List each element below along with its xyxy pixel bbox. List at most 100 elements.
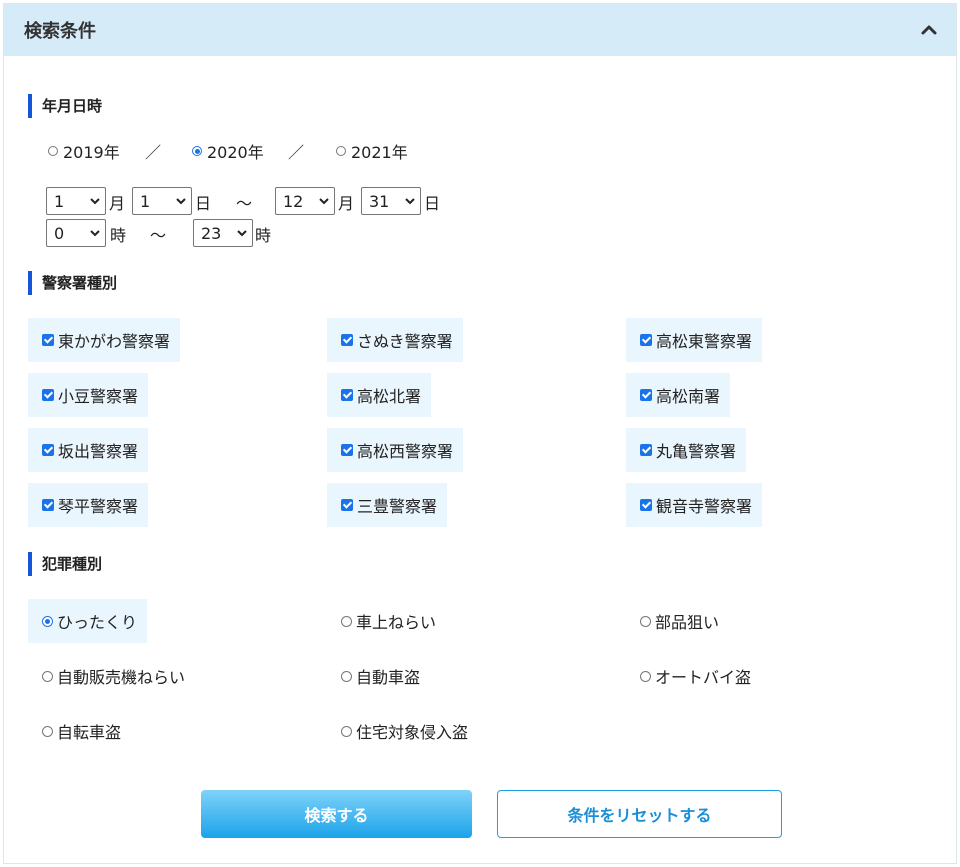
to-hour-select[interactable]: 23	[193, 219, 253, 247]
station-label: 観音寺警察署	[656, 497, 753, 516]
crime-radio-vending-machine[interactable]: 自動販売機ねらい	[28, 654, 195, 698]
station-checkbox-takamatsu-nishi[interactable]: 高松西警察署	[327, 428, 464, 472]
radio-button[interactable]	[640, 670, 651, 682]
station-checkbox-takamatsu-higashi[interactable]: 高松東警察署	[626, 318, 763, 362]
radio-button[interactable]	[48, 146, 58, 156]
station-checkbox-takamatsu-minami[interactable]: 高松南署	[626, 373, 731, 417]
station-checkbox-sanuki[interactable]: さぬき警察署	[327, 318, 463, 362]
checkbox-checked-icon[interactable]	[42, 334, 54, 346]
panel-title: 検索条件	[24, 21, 96, 42]
station-label: 坂出警察署	[58, 442, 139, 461]
crime-radio-hittakuri[interactable]: ひったくり	[28, 599, 148, 643]
checkbox-checked-icon[interactable]	[42, 444, 54, 456]
crime-radio-buhin-nerai[interactable]: 部品狙い	[626, 599, 729, 643]
station-label: 高松南署	[656, 387, 721, 406]
checkbox-checked-icon[interactable]	[42, 389, 54, 401]
section-title-datetime: 年月日時	[28, 94, 102, 118]
year-label: 2021年	[351, 143, 408, 162]
crime-label: ひったくり	[57, 613, 138, 632]
radio-button[interactable]	[640, 615, 651, 627]
chevron-down-icon	[176, 198, 186, 205]
checkbox-checked-icon[interactable]	[341, 444, 353, 456]
panel-header[interactable]: 検索条件	[4, 4, 956, 56]
checkbox-checked-icon[interactable]	[42, 499, 54, 511]
radio-button[interactable]	[336, 146, 346, 156]
checkbox-checked-icon[interactable]	[341, 334, 353, 346]
crime-radio-motorcycle-theft[interactable]: オートバイ盗	[626, 654, 761, 698]
station-label: 琴平警察署	[58, 497, 139, 516]
station-label: 三豊警察署	[357, 497, 438, 516]
year-label: 2020年	[207, 143, 264, 162]
crime-label: 車上ねらい	[356, 613, 437, 632]
checkbox-checked-icon[interactable]	[640, 389, 652, 401]
station-label: 高松北署	[357, 387, 422, 406]
range-tilde: ～	[150, 226, 167, 245]
station-checkbox-kotohira[interactable]: 琴平警察署	[28, 483, 149, 527]
station-checkbox-marugame[interactable]: 丸亀警察署	[626, 428, 747, 472]
to-month-value: 12	[283, 191, 304, 211]
year-separator: ／	[145, 143, 162, 162]
day-unit: 日	[195, 194, 212, 213]
search-button[interactable]: 検索する	[201, 790, 472, 838]
day-unit: 日	[424, 194, 441, 213]
station-checkbox-shodo[interactable]: 小豆警察署	[28, 373, 149, 417]
radio-button[interactable]	[42, 725, 53, 737]
radio-button[interactable]	[192, 146, 202, 156]
chevron-up-icon[interactable]	[920, 22, 938, 36]
crime-label: 住宅対象侵入盗	[356, 723, 469, 742]
station-checkbox-higashikagawa[interactable]: 東かがわ警察署	[28, 318, 181, 362]
station-checkbox-sakaide[interactable]: 坂出警察署	[28, 428, 149, 472]
year-separator: ／	[288, 143, 305, 162]
reset-conditions-button[interactable]: 条件をリセットする	[497, 790, 782, 838]
year-radio-2021[interactable]: 2021年	[336, 139, 408, 163]
station-checkbox-takamatsu-kita[interactable]: 高松北署	[327, 373, 432, 417]
from-hour-value: 0	[54, 223, 65, 243]
checkbox-checked-icon[interactable]	[640, 334, 652, 346]
from-hour-select[interactable]: 0	[46, 219, 106, 247]
year-radio-2020[interactable]: 2020年	[192, 139, 264, 163]
year-radio-2019[interactable]: 2019年	[48, 139, 120, 163]
station-checkbox-kanonji[interactable]: 観音寺警察署	[626, 483, 763, 527]
month-unit: 月	[338, 194, 355, 213]
crime-label: 自動車盗	[356, 668, 421, 687]
radio-button[interactable]	[42, 615, 53, 627]
chevron-down-icon	[319, 198, 329, 205]
from-day-select[interactable]: 1	[132, 187, 192, 215]
hour-unit: 時	[255, 226, 272, 245]
station-label: 小豆警察署	[58, 387, 139, 406]
section-title-police-station: 警察署種別	[28, 271, 117, 295]
chevron-down-icon	[90, 230, 100, 237]
station-checkbox-mitoyo[interactable]: 三豊警察署	[327, 483, 448, 527]
crime-label: オートバイ盗	[655, 668, 752, 687]
radio-button[interactable]	[341, 615, 352, 627]
station-label: 高松東警察署	[656, 332, 753, 351]
crime-radio-bicycle-theft[interactable]: 自転車盗	[28, 709, 131, 753]
search-conditions-panel: 検索条件 年月日時 2019年 ／ 2020年 ／ 2021年 1 月 1 日 …	[3, 3, 957, 864]
from-month-select[interactable]: 1	[46, 187, 106, 215]
crime-label: 自動販売機ねらい	[57, 668, 186, 687]
radio-button[interactable]	[341, 670, 352, 682]
to-month-select[interactable]: 12	[275, 187, 335, 215]
year-label: 2019年	[63, 143, 120, 162]
checkbox-checked-icon[interactable]	[341, 499, 353, 511]
crime-radio-car-theft[interactable]: 自動車盗	[327, 654, 430, 698]
chevron-down-icon	[405, 198, 415, 205]
chevron-down-icon	[237, 230, 247, 237]
to-day-select[interactable]: 31	[361, 187, 421, 215]
from-month-value: 1	[54, 191, 65, 211]
section-title-crime-type: 犯罪種別	[28, 552, 102, 576]
checkbox-checked-icon[interactable]	[341, 389, 353, 401]
crime-label: 自転車盗	[57, 723, 122, 742]
station-label: さぬき警察署	[357, 332, 453, 351]
crime-radio-shajo-nerai[interactable]: 車上ねらい	[327, 599, 446, 643]
station-label: 高松西警察署	[357, 442, 454, 461]
to-hour-value: 23	[201, 223, 222, 243]
checkbox-checked-icon[interactable]	[640, 499, 652, 511]
crime-radio-burglary[interactable]: 住宅対象侵入盗	[327, 709, 478, 753]
month-unit: 月	[109, 194, 126, 213]
checkbox-checked-icon[interactable]	[640, 444, 652, 456]
station-label: 丸亀警察署	[656, 442, 737, 461]
from-day-value: 1	[140, 191, 151, 211]
radio-button[interactable]	[42, 670, 53, 682]
radio-button[interactable]	[341, 725, 352, 737]
